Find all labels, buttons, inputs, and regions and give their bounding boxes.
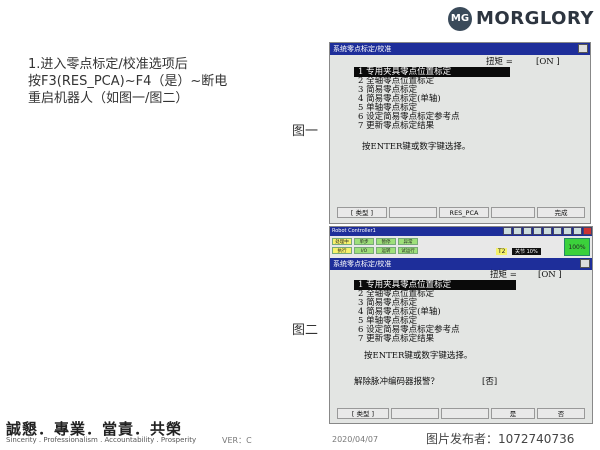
screen2-prompt: 按ENTER键或数字键选择。: [364, 351, 473, 361]
jog-status: 关节 10%: [512, 248, 541, 255]
led-test: 试运行: [398, 247, 418, 254]
window-icon-2[interactable]: [580, 259, 590, 268]
menu2-option-7[interactable]: 7 更新零点标定结果: [358, 334, 434, 344]
fkey2-no[interactable]: 否: [537, 408, 585, 419]
encoder-alarm-answer[interactable]: [否]: [482, 377, 497, 387]
fkey2-yes[interactable]: 是: [491, 408, 535, 419]
fkey-f2[interactable]: [389, 207, 437, 218]
toolbar-icon-2[interactable]: [513, 227, 522, 235]
fkey-type[interactable]: [ 类型 ]: [337, 207, 387, 218]
torque-value-2: [ON ]: [538, 270, 562, 280]
led-fault: 异常: [398, 238, 418, 245]
window-icon[interactable]: [578, 44, 588, 53]
instruction-line-3: 重启机器人（如图一/图二）: [28, 91, 189, 106]
screen1-function-keys: [ 类型 ] RES_PCA 完成: [333, 207, 587, 219]
led-hold: 暂停: [376, 238, 396, 245]
brand-name: MORGLORY: [476, 8, 594, 29]
led-run: 执行: [332, 247, 352, 254]
fkey2-f2[interactable]: [391, 408, 439, 419]
instruction-text: 1.进入零点标定/校准选项后 按F3(RES_PCA)~F4（是）~断电 重启机…: [28, 56, 268, 107]
figure-1-label: 图一: [292, 124, 319, 139]
fkey2-type[interactable]: [ 类型 ]: [337, 408, 389, 419]
pendant-screen-2: Robot Controller1 处理中 单步 暂停 异常 执行 I/O 运转…: [329, 226, 593, 424]
screen2-window-title: Robot Controller1: [332, 228, 376, 234]
fkey-f4[interactable]: [491, 207, 535, 218]
led-busy: 处理中: [332, 238, 352, 245]
toolbar-icon-6[interactable]: [553, 227, 562, 235]
toolbar-icon-1[interactable]: [503, 227, 512, 235]
document-version: VER：C: [222, 436, 252, 445]
company-motto-english: Sincerity . Professionalism . Accountabi…: [6, 436, 197, 444]
led-step: 单步: [354, 238, 374, 245]
toolbar-icon-7[interactable]: [563, 227, 572, 235]
screen2-title-bar: 系统零点标定/校准: [330, 258, 592, 270]
publisher-watermark: 图片发布者：107274073​6: [426, 432, 575, 446]
status-bar: 处理中 单步 暂停 异常 执行 I/O 运转 试运行 T2 关节 10% 100…: [330, 236, 592, 258]
fkey-res-pca[interactable]: RES_PCA: [439, 207, 489, 218]
screen2-window-bar: Robot Controller1: [330, 227, 592, 236]
document-date: 2020/04/07: [332, 435, 379, 444]
mode-indicator: T2: [496, 248, 508, 255]
toolbar-icon-4[interactable]: [533, 227, 542, 235]
screen1-prompt: 按ENTER键或数字键选择。: [362, 142, 471, 152]
fkey-done[interactable]: 完成: [537, 207, 585, 218]
override-percent: 100%: [564, 238, 590, 256]
screen1-title-bar: 系统零点标定/校准: [330, 43, 590, 55]
close-icon[interactable]: [583, 227, 592, 235]
menu-option-7[interactable]: 7 更新零点标定结果: [358, 121, 434, 131]
fkey2-f3[interactable]: [441, 408, 489, 419]
pendant-screen-1: 系统零点标定/校准 扭矩 = [ON ] 1 专用夹具零点位置标定 2 全轴零点…: [329, 42, 591, 224]
screen1-title: 系统零点标定/校准: [333, 45, 392, 53]
figure-2-label: 图二: [292, 323, 319, 338]
toolbar-icon-3[interactable]: [523, 227, 532, 235]
led-io: I/O: [354, 247, 374, 254]
toolbar-icon-5[interactable]: [543, 227, 552, 235]
help-icon[interactable]: [573, 227, 582, 235]
screen2-title: 系统零点标定/校准: [333, 260, 392, 268]
led-prod: 运转: [376, 247, 396, 254]
instruction-line-2: 按F3(RES_PCA)~F4（是）~断电: [28, 74, 228, 89]
torque-label-2: 扭矩 =: [490, 270, 517, 280]
screen2-function-keys: [ 类型 ] 是 否: [333, 408, 589, 420]
instruction-line-1: 1.进入零点标定/校准选项后: [28, 57, 188, 72]
torque-value: [ON ]: [536, 57, 560, 67]
encoder-alarm-question: 解除脉冲编码器报警？: [354, 377, 440, 387]
brand-badge: MG: [448, 7, 472, 31]
brand-logo: MG MORGLORY: [448, 5, 596, 35]
torque-label: 扭矩 =: [486, 57, 513, 67]
